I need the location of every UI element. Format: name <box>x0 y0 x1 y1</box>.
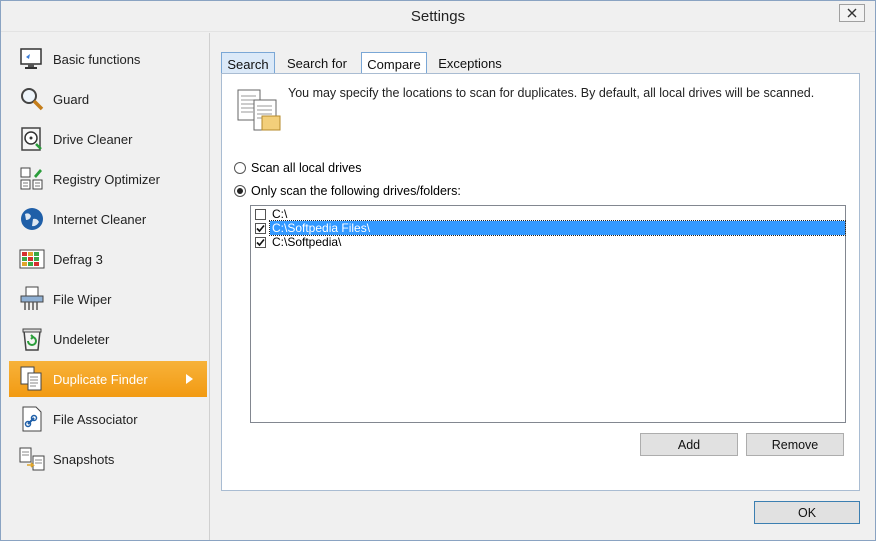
monitor-icon <box>17 44 47 74</box>
duplicate-documents-icon <box>17 364 47 394</box>
tab-search-for[interactable]: Search for <box>279 52 355 74</box>
snapshot-compare-icon <box>17 444 47 474</box>
ok-button[interactable]: OK <box>754 501 860 524</box>
sidebar-item-label: File Wiper <box>53 291 112 307</box>
folder-path: C:\Softpedia Files\ <box>269 220 846 236</box>
magnifier-icon <box>17 84 47 114</box>
tab-exceptions[interactable]: Exceptions <box>431 52 509 74</box>
sidebar-item-label: Defrag 3 <box>53 251 103 267</box>
sidebar-item-registry-optimizer[interactable]: Registry Optimizer <box>9 161 207 197</box>
sidebar-item-label: Internet Cleaner <box>53 211 147 227</box>
settings-window: Settings Basic functions Guard Drive Cle… <box>0 0 876 541</box>
radio-label: Only scan the following drives/folders: <box>251 184 461 198</box>
check-icon <box>256 224 265 232</box>
checkbox[interactable] <box>255 208 266 220</box>
sidebar-item-file-wiper[interactable]: File Wiper <box>9 281 207 317</box>
remove-button[interactable]: Remove <box>746 433 844 456</box>
sidebar: Basic functions Guard Drive Cleaner Regi… <box>1 33 210 540</box>
sidebar-item-label: Guard <box>53 91 90 107</box>
sidebar-item-label: Drive Cleaner <box>53 131 133 147</box>
radio-scan-only[interactable]: Only scan the following drives/folders: <box>234 184 461 198</box>
list-item[interactable]: C:\Softpedia\ <box>253 235 845 249</box>
folder-path: C:\Softpedia\ <box>272 235 342 249</box>
sidebar-item-guard[interactable]: Guard <box>9 81 207 117</box>
duplicate-documents-icon <box>237 89 281 131</box>
disk-icon <box>17 124 47 154</box>
tab-search[interactable]: Search <box>221 52 275 74</box>
checkbox[interactable] <box>255 222 266 234</box>
search-panel: You may specify the locations to scan fo… <box>221 73 860 491</box>
file-link-icon <box>17 404 47 434</box>
globe-icon <box>17 204 47 234</box>
title-bar: Settings <box>1 1 875 32</box>
tab-compare[interactable]: Compare <box>361 52 427 74</box>
add-button[interactable]: Add <box>640 433 738 456</box>
window-title: Settings <box>410 8 466 25</box>
sidebar-item-label: File Associator <box>53 411 138 427</box>
sidebar-item-undeleter[interactable]: Undeleter <box>9 321 207 357</box>
check-icon <box>256 238 265 246</box>
sidebar-item-basic-functions[interactable]: Basic functions <box>9 41 207 77</box>
registry-icon <box>17 164 47 194</box>
close-button[interactable] <box>839 4 865 22</box>
shredder-icon <box>17 284 47 314</box>
radio-label: Scan all local drives <box>251 161 362 175</box>
description-text: You may specify the locations to scan fo… <box>288 86 815 100</box>
recycle-bin-icon <box>17 324 47 354</box>
active-arrow-icon <box>186 374 193 384</box>
sidebar-item-snapshots[interactable]: Snapshots <box>9 441 207 477</box>
sidebar-item-file-associator[interactable]: File Associator <box>9 401 207 437</box>
sidebar-item-label: Registry Optimizer <box>53 171 160 187</box>
sidebar-item-defrag-3[interactable]: Defrag 3 <box>9 241 207 277</box>
defrag-grid-icon <box>17 244 47 274</box>
sidebar-item-label: Undeleter <box>53 331 110 347</box>
list-item[interactable]: C:\Softpedia Files\ <box>253 220 846 236</box>
sidebar-item-duplicate-finder[interactable]: Duplicate Finder <box>9 361 207 397</box>
radio-button[interactable] <box>234 162 246 174</box>
checkbox[interactable] <box>255 236 266 248</box>
sidebar-item-label: Duplicate Finder <box>53 371 148 387</box>
sidebar-item-label: Snapshots <box>53 451 115 467</box>
list-item[interactable]: C:\ <box>253 207 845 221</box>
radio-scan-all[interactable]: Scan all local drives <box>234 161 361 175</box>
sidebar-item-label: Basic functions <box>53 51 141 67</box>
close-icon <box>847 8 857 18</box>
sidebar-item-drive-cleaner[interactable]: Drive Cleaner <box>9 121 207 157</box>
folders-listbox[interactable]: C:\ C:\Softpedia Files\ C:\Softpedia\ <box>250 205 846 423</box>
radio-button[interactable] <box>234 185 246 197</box>
folder-path: C:\ <box>272 207 288 221</box>
sidebar-item-internet-cleaner[interactable]: Internet Cleaner <box>9 201 207 237</box>
